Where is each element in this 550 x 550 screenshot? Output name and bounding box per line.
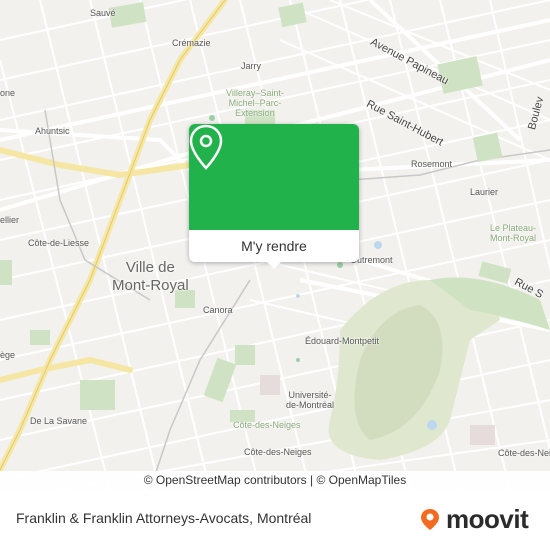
label-villeray: Villeray–Saint- Michel–Parc- Extension	[226, 88, 284, 118]
map-view[interactable]: Sauvé Crémazie Jarry Villeray–Saint- Mic…	[0, 0, 550, 490]
label-mont-royal: Ville de Mont-Royal	[112, 259, 189, 294]
label-sauve: Sauvé	[90, 8, 116, 18]
popup-tail	[266, 261, 282, 269]
label-cdn-green: Côte-des-Neiges	[233, 420, 301, 430]
label-cote-de-liesse: Côte-de-Liesse	[28, 238, 90, 248]
moovit-wordmark: moovit	[446, 503, 529, 534]
label-edouard-montpetit: Édouard-Montpetit	[305, 336, 380, 346]
label-one: one	[0, 88, 16, 98]
label-ahuntsic: Ahuntsic	[35, 126, 70, 136]
label-cremazie: Crémazie	[172, 38, 211, 48]
label-laurier: Laurier	[470, 187, 499, 197]
destination-popup: M'y rendre	[189, 124, 359, 269]
label-cote-des-neiges: Côte-des-Neiges	[244, 447, 312, 457]
map-attribution[interactable]: © OpenStreetMap contributors | © OpenMap…	[0, 471, 550, 490]
label-jarry: Jarry	[241, 61, 261, 71]
place-title: Franklin & Franklin Attorneys-Avocats, M…	[16, 510, 312, 526]
label-universite-de-montreal: Université- de-Montréal	[286, 390, 335, 410]
location-pin-icon	[189, 124, 223, 170]
label-de-la-savane: De La Savane	[30, 416, 88, 426]
label-plateau: Le Plateau- Mont-Royal	[490, 223, 537, 243]
moovit-pin-icon	[421, 509, 439, 530]
label-ellier: ellier	[0, 215, 20, 225]
label-canora: Canora	[203, 305, 233, 315]
label-rosemont: Rosemont	[411, 159, 453, 169]
label-cote-des-neiges-south: Côte-des-Neiges	[498, 448, 550, 458]
directions-button[interactable]: M'y rendre	[189, 230, 359, 262]
footer: Franklin & Franklin Attorneys-Avocats, M…	[0, 490, 550, 550]
label-ege: ège	[0, 350, 16, 360]
popup-header	[189, 124, 359, 230]
moovit-logo[interactable]: moovit	[418, 503, 529, 534]
